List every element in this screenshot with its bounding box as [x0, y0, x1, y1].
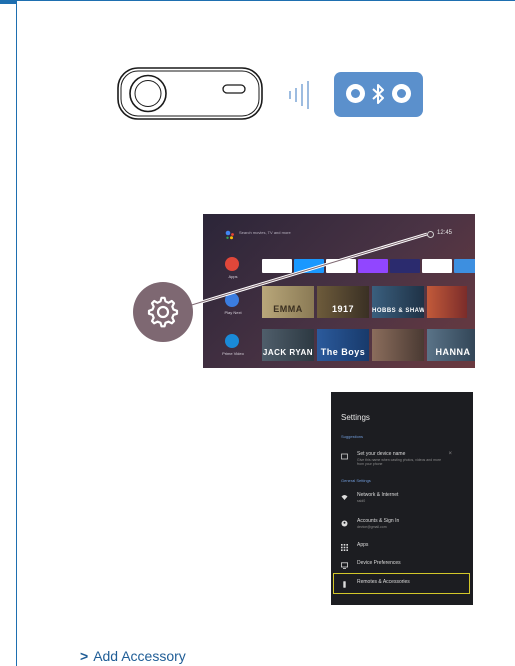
poster-card[interactable] — [427, 286, 467, 318]
app-tile-play-movies[interactable] — [326, 259, 356, 273]
step-text: Add Accessory — [93, 648, 186, 664]
poster-title: HOBBS & SHAW — [372, 308, 424, 314]
bluetooth-icon — [372, 84, 384, 104]
settings-item-device-preferences[interactable]: Device Preferences — [341, 558, 466, 574]
suggestion-title: Set your device name — [357, 451, 406, 457]
poster-card[interactable]: JACK RYAN — [262, 329, 314, 361]
general-settings-header: General Settings — [341, 478, 371, 483]
suggestion-subtitle: Give this name when casting photos, vide… — [357, 458, 442, 466]
wifi-icon — [341, 495, 348, 500]
play-next-label: Play Next — [224, 310, 242, 315]
poster-card[interactable]: 1917 — [317, 286, 369, 318]
settings-item-network[interactable]: Network & Internet ssid0 — [341, 490, 466, 506]
speaker-right-icon — [392, 84, 411, 103]
bluetooth-device-icon — [334, 72, 423, 117]
poster-card[interactable]: HOBBS & SHAW — [372, 286, 424, 318]
poster-title: JACK RYAN — [262, 348, 314, 357]
tv-settings-gear-icon[interactable] — [427, 231, 434, 238]
poster-title: HANNA — [435, 347, 471, 357]
poster-title: The Boys — [320, 347, 366, 357]
settings-item-label: Network & Internet — [357, 492, 399, 498]
settings-item-label: Accounts & Sign In — [357, 518, 400, 524]
page-corner-mark — [0, 0, 16, 4]
poster-card[interactable]: EMMA — [262, 286, 314, 318]
suggestions-header: Suggestions — [341, 434, 364, 439]
apps-grid-icon — [341, 544, 348, 551]
settings-item-remotes-accessories[interactable]: Remotes & Accessories — [341, 577, 466, 593]
projector-illustration — [117, 67, 263, 120]
play-next-icon[interactable] — [225, 293, 239, 307]
prime-video-icon[interactable] — [225, 334, 239, 348]
poster-card[interactable]: HANNA — [427, 329, 475, 361]
set-device-name-item[interactable]: Set your device name Give this name when… — [341, 449, 466, 471]
remote-icon — [343, 581, 346, 588]
tv-monitor-icon — [341, 562, 348, 569]
apps-label: Apps — [228, 274, 238, 279]
settings-item-label: Device Preferences — [357, 560, 401, 566]
app-tile-play-store[interactable] — [422, 259, 452, 273]
poster-title: 1917 — [331, 304, 355, 314]
page-left-rule — [16, 0, 17, 666]
prime-video-row: JACK RYAN The Boys HANNA — [262, 329, 475, 361]
settings-item-sub: device@gmail.com — [357, 525, 387, 529]
app-tile-plex[interactable] — [390, 259, 420, 273]
account-icon — [341, 520, 348, 527]
prime-video-label: Prime Video — [222, 351, 244, 356]
instruction-step: > Add Accessory — [80, 648, 186, 664]
settings-item-apps[interactable]: Apps — [341, 540, 466, 556]
assistant-icon — [225, 230, 234, 240]
settings-title: Settings — [341, 413, 370, 422]
cast-device-icon — [341, 453, 348, 460]
app-tile-prime-video[interactable] — [294, 259, 324, 273]
play-next-row: EMMA 1917 HOBBS & SHAW — [262, 286, 475, 318]
settings-item-label: Apps — [357, 542, 369, 548]
tv-clock: 12:45 — [437, 230, 453, 236]
app-tile-twitch[interactable] — [358, 259, 388, 273]
settings-item-accounts[interactable]: Accounts & Sign In device@gmail.com — [341, 516, 466, 532]
app-tile-youtube[interactable] — [262, 259, 292, 273]
signal-waves-icon — [289, 81, 309, 109]
poster-title: EMMA — [273, 304, 303, 314]
poster-card[interactable]: The Boys — [317, 329, 369, 361]
settings-gear-callout — [133, 282, 193, 342]
dismiss-icon[interactable]: × — [448, 451, 452, 457]
step-arrow: > — [80, 648, 89, 664]
settings-gear-icon — [147, 296, 179, 328]
tv-search-hint[interactable]: Search movies, TV and more — [239, 230, 291, 235]
tv-home-screen: Search movies, TV and more 12:45 Apps Pl… — [203, 214, 475, 368]
settings-panel: Settings Suggestions Set your device nam… — [331, 392, 473, 605]
speaker-left-icon — [346, 84, 365, 103]
app-tile-home[interactable] — [454, 259, 475, 273]
settings-item-label: Remotes & Accessories — [357, 579, 410, 585]
poster-card[interactable] — [372, 329, 424, 361]
page-top-rule — [16, 0, 515, 1]
apps-button-icon[interactable] — [225, 257, 239, 271]
settings-item-sub: ssid0 — [357, 499, 366, 503]
